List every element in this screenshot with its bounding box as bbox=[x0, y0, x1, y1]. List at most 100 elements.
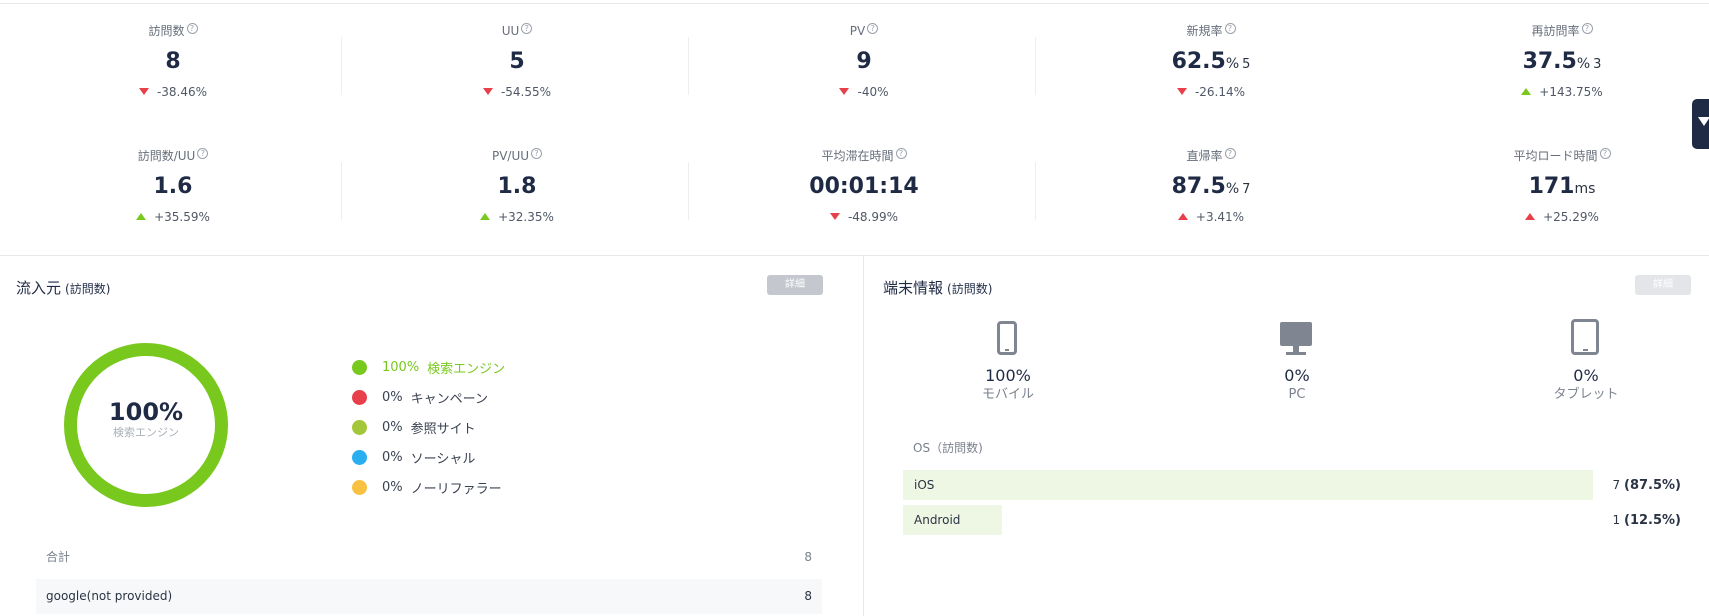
help-icon[interactable]: ? bbox=[186, 23, 198, 34]
legend-item-no-referrer[interactable]: 0% ノーリファラー bbox=[352, 472, 505, 502]
legend-label: ノーリファラー bbox=[410, 481, 502, 497]
devices-detail-button[interactable]: 詳細 bbox=[1635, 275, 1691, 295]
up-arrow-icon bbox=[1525, 213, 1536, 220]
legend-percent: 0% bbox=[382, 389, 403, 405]
metric-unit: % bbox=[1576, 56, 1591, 72]
help-icon[interactable]: ? bbox=[1581, 23, 1593, 34]
down-arrow-icon bbox=[839, 88, 850, 95]
sources-title-text: 流入元 bbox=[16, 279, 62, 297]
divider bbox=[688, 37, 689, 95]
devices-title-text: 端末情報 bbox=[883, 279, 944, 297]
metric-unit: % bbox=[1225, 181, 1240, 197]
os-percent: (87.5%) bbox=[1624, 478, 1681, 493]
table-row[interactable]: google(not provided) 8 bbox=[36, 579, 822, 614]
metric-change: -38.46% bbox=[156, 85, 208, 99]
legend-label: ソーシャル bbox=[410, 451, 476, 467]
up-arrow-icon bbox=[136, 213, 147, 220]
metric-return-rate: 再訪問率? 37.5% 3 +143.75% bbox=[1389, 22, 1709, 100]
help-icon[interactable]: ? bbox=[867, 23, 879, 34]
metric-label: 直帰率 bbox=[1186, 149, 1223, 163]
metric-avg-stay: 平均滞在時間? 00:01:14 -48.99% bbox=[691, 147, 1037, 225]
metric-avg-load: 平均ロード時間? 171ms +25.29% bbox=[1389, 147, 1709, 225]
metric-label: 訪問数 bbox=[148, 24, 185, 38]
metric-label: PV bbox=[849, 24, 866, 38]
metric-change: +25.29% bbox=[1543, 210, 1599, 224]
donut-percent: 100% bbox=[108, 398, 184, 426]
divider bbox=[688, 162, 689, 220]
help-icon[interactable]: ? bbox=[1224, 23, 1236, 34]
devices-title: 端末情報 (訪問数) bbox=[883, 277, 992, 298]
metric-pv: PV? 9 -40% bbox=[691, 22, 1037, 100]
legend-item-social[interactable]: 0% ソーシャル bbox=[352, 442, 505, 472]
legend-dot-icon bbox=[352, 479, 367, 495]
legend-percent: 0% bbox=[382, 449, 403, 465]
legend-item-search[interactable]: 100% 検索エンジン bbox=[352, 352, 505, 382]
metric-value: 87.5 bbox=[1171, 174, 1226, 199]
metric-change: -26.14% bbox=[1194, 85, 1246, 99]
legend-dot-icon bbox=[352, 359, 367, 375]
help-icon[interactable]: ? bbox=[521, 23, 533, 34]
source-value: 8 bbox=[804, 589, 812, 603]
metric-value: 171 bbox=[1528, 174, 1575, 199]
metric-count: 7 bbox=[1242, 182, 1251, 197]
divider bbox=[341, 37, 342, 95]
legend-dot-icon bbox=[352, 419, 367, 435]
metric-count: 5 bbox=[1242, 57, 1251, 72]
os-value: 7 (87.5%) bbox=[1613, 470, 1681, 501]
metric-visits: 訪問数? 8 -38.46% bbox=[0, 22, 346, 100]
sources-detail-button[interactable]: 詳細 bbox=[767, 275, 823, 295]
device-name: タブレット bbox=[1553, 387, 1619, 402]
legend-dot-icon bbox=[352, 389, 367, 405]
legend-item-campaign[interactable]: 0% キャンペーン bbox=[352, 382, 505, 412]
help-icon[interactable]: ? bbox=[197, 148, 209, 159]
divider bbox=[1035, 37, 1036, 95]
help-icon[interactable]: ? bbox=[1599, 148, 1611, 159]
tablet-icon bbox=[1486, 318, 1686, 358]
legend-item-referral[interactable]: 0% 参照サイト bbox=[352, 412, 505, 442]
os-bar bbox=[903, 470, 1593, 500]
down-arrow-icon bbox=[1176, 88, 1187, 95]
filter-icon bbox=[1698, 117, 1709, 126]
source-name: google(not provided) bbox=[46, 589, 173, 603]
legend-dot-icon bbox=[352, 449, 367, 465]
metric-label: PV/UU bbox=[491, 149, 530, 163]
metric-label: 新規率 bbox=[1186, 24, 1223, 38]
legend-percent: 0% bbox=[382, 479, 403, 495]
down-arrow-icon bbox=[138, 88, 149, 95]
donut-label: 検索エンジン bbox=[113, 426, 179, 439]
metric-change: +3.41% bbox=[1195, 210, 1245, 224]
metric-unit: ms bbox=[1574, 181, 1596, 197]
device-tablet: 0% タブレット bbox=[1486, 318, 1686, 404]
os-row-ios[interactable]: iOS 7 (87.5%) bbox=[903, 470, 1681, 500]
device-pc: 0% PC bbox=[1197, 318, 1397, 404]
legend-percent: 0% bbox=[382, 419, 403, 435]
sources-table: 合計 8 google(not provided) 8 bbox=[36, 541, 822, 614]
total-row: 合計 8 bbox=[36, 541, 822, 574]
help-icon[interactable]: ? bbox=[1224, 148, 1236, 159]
metric-value: 8 bbox=[165, 49, 181, 74]
metric-pv-per-uu: PV/UU? 1.8 +32.35% bbox=[344, 147, 690, 225]
device-mobile: 100% モバイル bbox=[908, 318, 1108, 404]
filter-tab[interactable] bbox=[1692, 99, 1709, 149]
mobile-icon bbox=[908, 318, 1108, 358]
metric-change: -54.55% bbox=[500, 85, 552, 99]
device-name: モバイル bbox=[981, 387, 1034, 402]
device-percent: 100% bbox=[985, 366, 1031, 385]
help-icon[interactable]: ? bbox=[895, 148, 907, 159]
metric-bounce-rate: 直帰率? 87.5% 7 +3.41% bbox=[1038, 147, 1384, 225]
metric-change: +35.59% bbox=[154, 210, 210, 224]
metric-change: -48.99% bbox=[847, 210, 899, 224]
os-count: 1 bbox=[1612, 513, 1621, 527]
up-arrow-icon bbox=[1521, 88, 1532, 95]
legend-label: 参照サイト bbox=[410, 421, 476, 437]
metric-value: 9 bbox=[856, 49, 872, 74]
divider bbox=[1035, 162, 1036, 220]
sources-title: 流入元 (訪問数) bbox=[16, 277, 110, 298]
sources-legend: 100% 検索エンジン 0% キャンペーン 0% 参照サイト 0% ソーシャル 0% ノー… bbox=[352, 352, 505, 502]
help-icon[interactable]: ? bbox=[531, 148, 543, 159]
os-row-android[interactable]: Android 1 (12.5%) bbox=[903, 505, 1681, 535]
devices-subtitle: (訪問数) bbox=[947, 282, 993, 296]
os-percent: (12.5%) bbox=[1624, 513, 1681, 528]
metric-value: 1.8 bbox=[497, 174, 537, 199]
metric-visits-per-uu: 訪問数/UU? 1.6 +35.59% bbox=[0, 147, 346, 225]
